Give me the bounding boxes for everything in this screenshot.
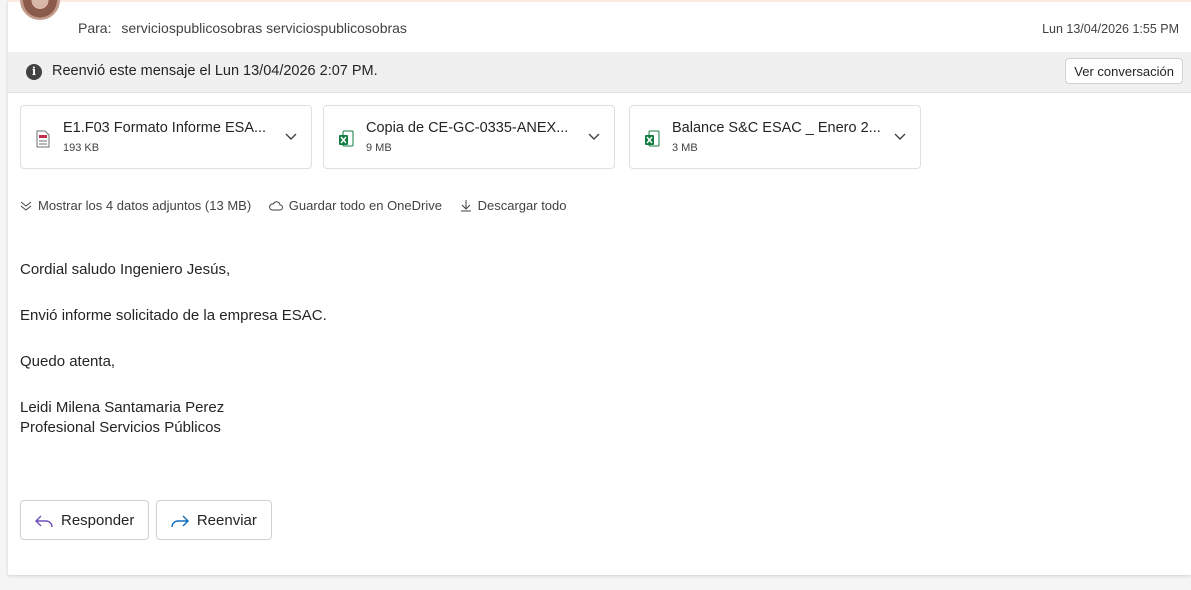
attachment-size: 3 MB bbox=[672, 142, 698, 154]
closing: Quedo atenta, bbox=[20, 353, 116, 370]
show-all-attachments-link[interactable]: Mostrar los 4 datos adjuntos (13 MB) bbox=[20, 198, 255, 213]
message-body: Cordial saludo Ingeniero Jesús, Envió in… bbox=[20, 260, 327, 438]
attachment-actions: Mostrar los 4 datos adjuntos (13 MB) Gua… bbox=[20, 198, 581, 213]
attachment-name: Balance S&C ESAC _ Enero 2... bbox=[672, 120, 881, 136]
attachment-item[interactable]: Balance S&C ESAC _ Enero 2... 3 MB bbox=[629, 105, 921, 169]
excel-file-icon bbox=[339, 130, 354, 147]
chevron-down-icon[interactable] bbox=[892, 128, 908, 144]
save-to-onedrive-link[interactable]: Guardar todo en OneDrive bbox=[268, 198, 446, 213]
attachment-size: 9 MB bbox=[366, 142, 392, 154]
greeting: Cordial saludo Ingeniero Jesús, bbox=[20, 261, 231, 278]
attachment-size: 193 KB bbox=[63, 142, 100, 154]
reply-button[interactable]: Responder bbox=[20, 500, 150, 540]
forward-arrow-icon bbox=[171, 515, 189, 528]
reply-arrow-icon bbox=[35, 515, 53, 528]
body-paragraph: Envió informe solicitado de la empresa E… bbox=[20, 307, 327, 324]
download-icon bbox=[460, 200, 471, 212]
recipient-name[interactable]: serviciospublicosobras serviciospublicos… bbox=[121, 20, 407, 36]
view-conversation-button[interactable]: Ver conversación bbox=[1065, 58, 1183, 84]
email-message-card: Para: serviciospublicosobras serviciospu… bbox=[8, 0, 1191, 575]
attachment-name: E1.F03 Formato Informe ESA... bbox=[63, 120, 267, 136]
recipient-row: Para: serviciospublicosobras serviciospu… bbox=[78, 20, 407, 36]
reply-label: Responder bbox=[61, 512, 135, 529]
avatar[interactable] bbox=[20, 0, 60, 20]
attachment-item[interactable]: Copia de CE-GC-0335-ANEX... 9 MB bbox=[323, 105, 615, 169]
save-to-onedrive-label: Guardar todo en OneDrive bbox=[288, 198, 442, 213]
pdf-file-icon bbox=[36, 130, 50, 148]
message-date: Lun 13/04/2026 1:55 PM bbox=[1042, 22, 1179, 36]
forward-label: Reenviar bbox=[196, 512, 257, 529]
forwarded-info-text: Reenvió este mensaje el Lun 13/04/2026 2… bbox=[52, 63, 378, 79]
download-all-link[interactable]: Descargar todo bbox=[460, 198, 567, 213]
forwarded-info-bar: i Reenvió este mensaje el Lun 13/04/2026… bbox=[8, 52, 1191, 93]
cloud-icon bbox=[268, 201, 283, 211]
attachment-item[interactable]: E1.F03 Formato Informe ESA... 193 KB bbox=[20, 105, 312, 169]
chevron-down-icon[interactable] bbox=[283, 128, 299, 144]
double-chevron-down-icon bbox=[20, 201, 32, 211]
download-all-label: Descargar todo bbox=[477, 198, 567, 213]
reply-actions: Responder Reenviar bbox=[20, 500, 274, 540]
show-all-attachments-label: Mostrar los 4 datos adjuntos (13 MB) bbox=[38, 198, 252, 213]
attachment-name: Copia de CE-GC-0335-ANEX... bbox=[366, 120, 569, 136]
excel-file-icon bbox=[645, 130, 660, 147]
chevron-down-icon[interactable] bbox=[586, 128, 602, 144]
forward-button[interactable]: Reenviar bbox=[155, 500, 272, 540]
info-icon: i bbox=[26, 64, 42, 80]
signature-title: Profesional Servicios Públicos bbox=[20, 419, 221, 436]
to-label: Para: bbox=[78, 20, 112, 36]
signature-name: Leidi Milena Santamaria Perez bbox=[20, 399, 225, 416]
